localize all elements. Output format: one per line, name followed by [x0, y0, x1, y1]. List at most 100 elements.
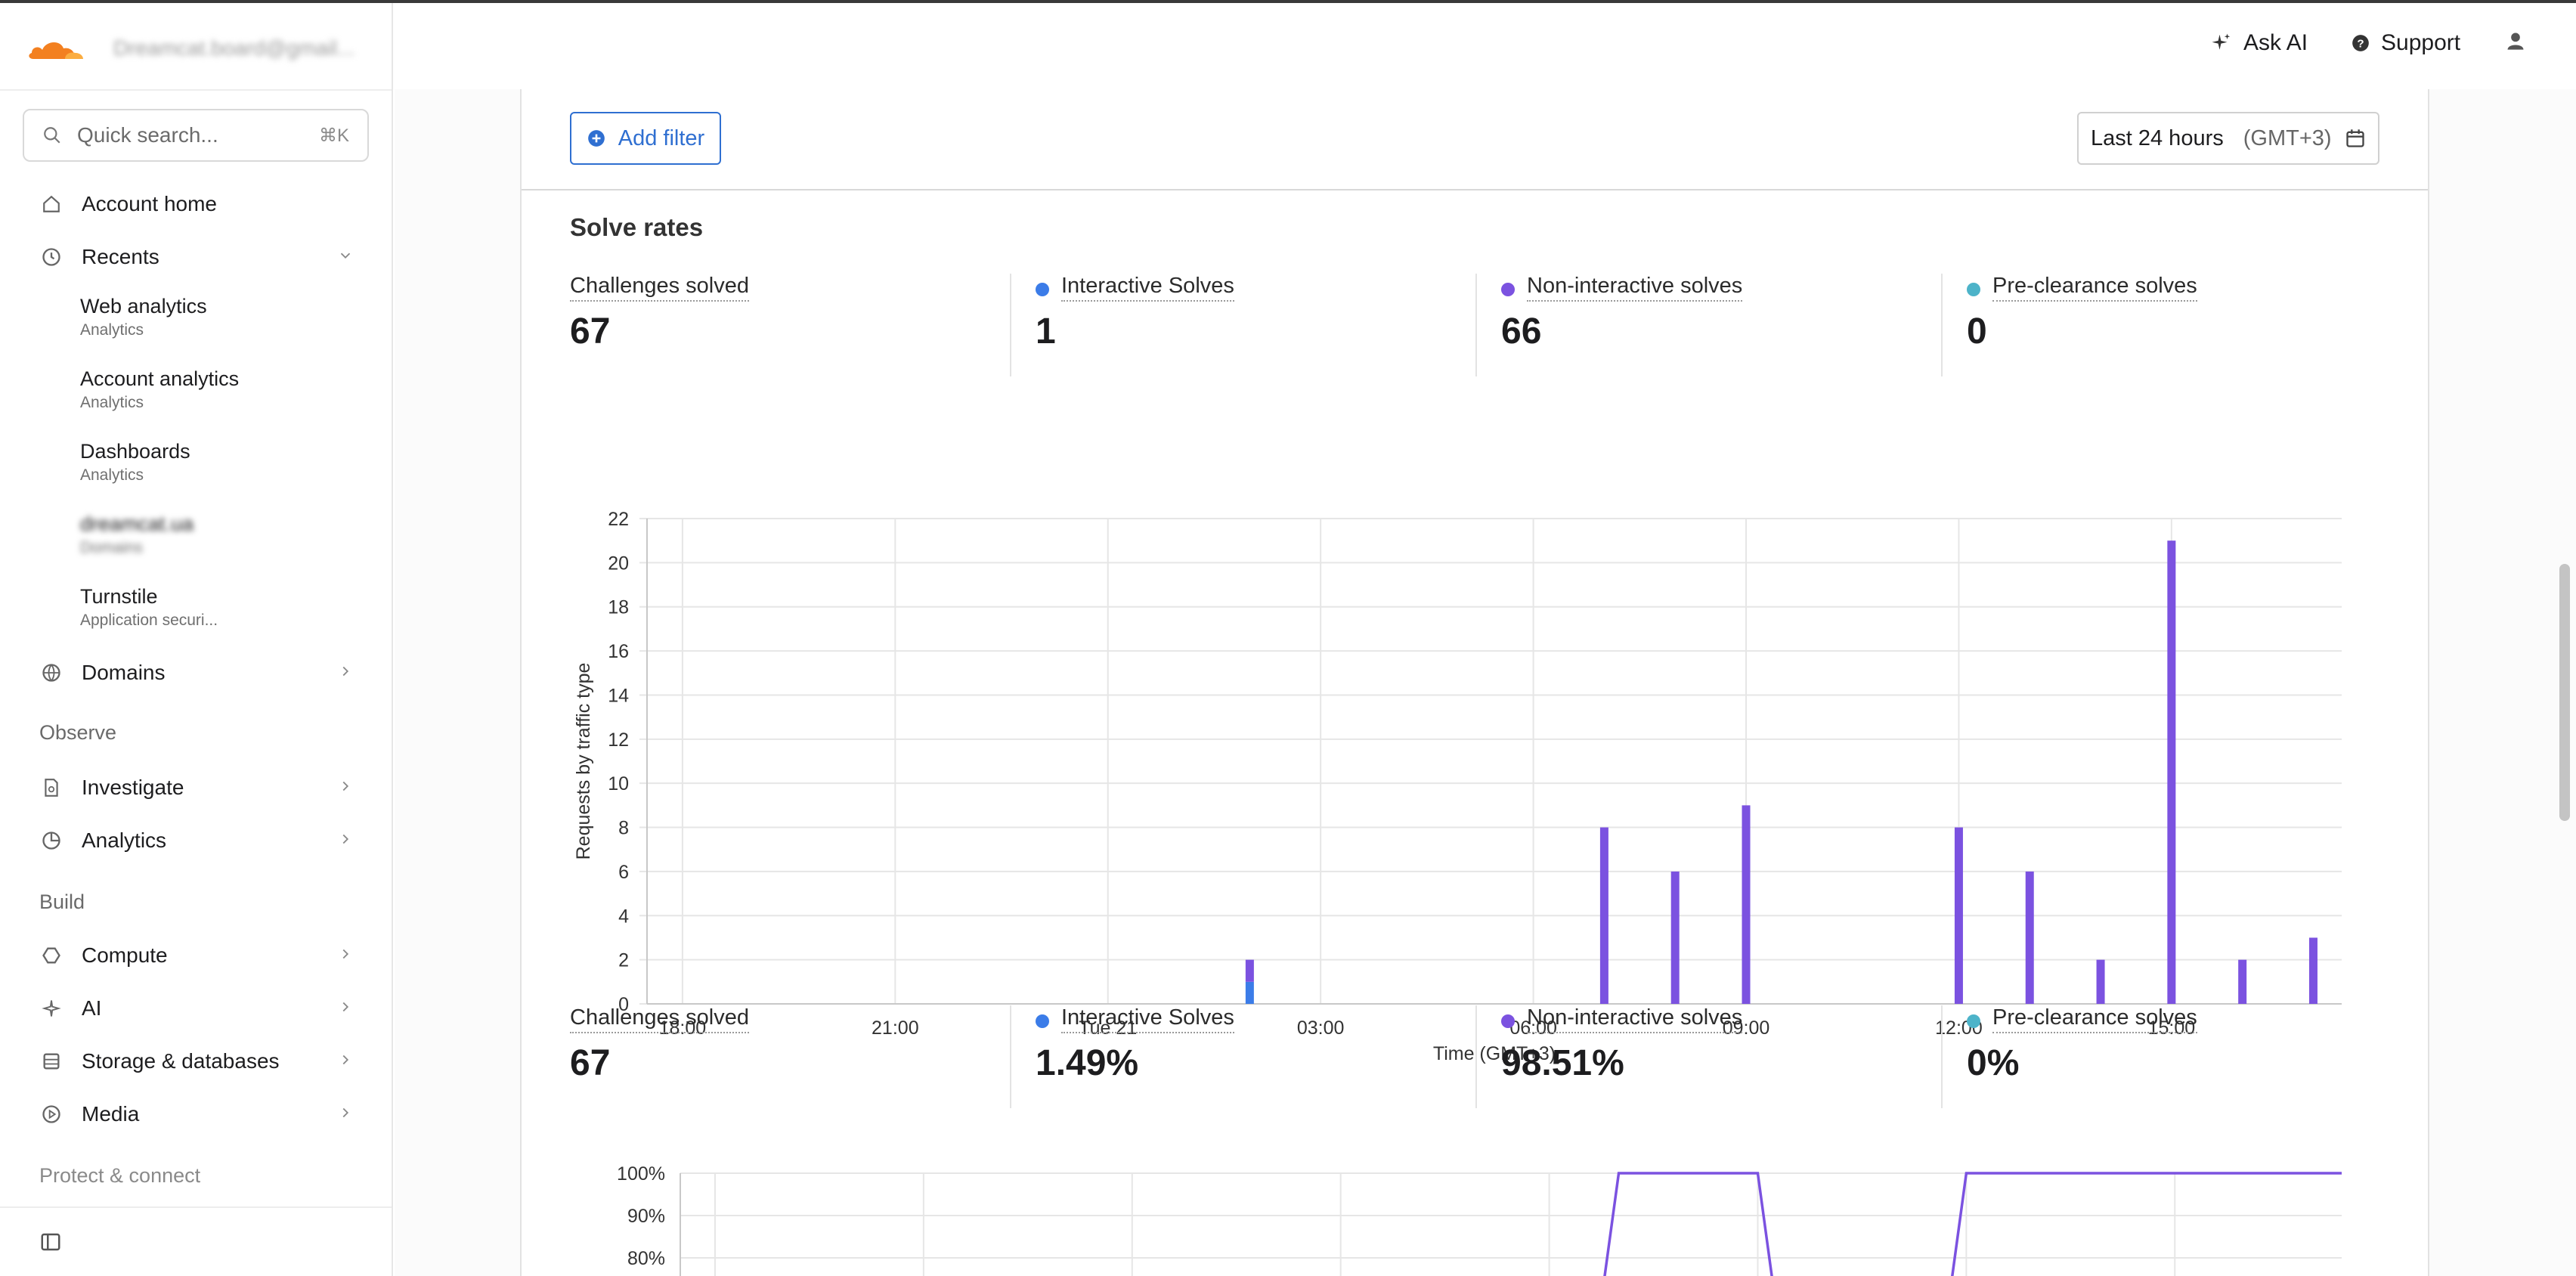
section-label-build: Build: [39, 890, 85, 913]
bar: [1599, 827, 1608, 1004]
sparkle-icon: [2212, 33, 2231, 50]
divider: [1010, 1005, 1011, 1108]
recent-item-subtitle: Analytics: [80, 321, 144, 339]
solve-percent-stats: Challenges solved 67 Interactive Solves …: [570, 1005, 2384, 1108]
section-label-observe: Observe: [39, 721, 117, 744]
recent-item-turnstile[interactable]: Turnstile Application securi...: [80, 585, 218, 630]
recent-item-domain[interactable]: dreamcat.ua Domains: [80, 513, 194, 557]
sidebar-item-account-home[interactable]: Account home: [36, 181, 354, 227]
stat-interactive-solves: Interactive Solves 1.49%: [1036, 1005, 1234, 1108]
bar: [2238, 959, 2247, 1004]
sidebar-item-analytics[interactable]: Analytics: [36, 818, 354, 863]
recent-item-web-analytics[interactable]: Web analytics Analytics: [80, 295, 207, 339]
pie-chart-icon: [36, 830, 67, 851]
divider: [1941, 274, 1943, 376]
bar: [2025, 871, 2034, 1004]
sidebar-item-recents[interactable]: Recents: [36, 234, 354, 280]
stat-value: 67: [570, 311, 611, 352]
chevron-right-icon: [337, 1049, 354, 1073]
support-label: Support: [2381, 30, 2461, 55]
sidebar-item-media[interactable]: Media: [36, 1092, 354, 1137]
sidebar-item-label: Storage & databases: [82, 1049, 280, 1073]
legend-dot: [1501, 282, 1515, 296]
stat-value: 1: [1036, 311, 1056, 352]
investigate-icon: [36, 777, 67, 798]
recent-item-subtitle: Analytics: [80, 466, 144, 484]
search-shortcut: ⌘K: [318, 125, 349, 146]
timezone-label: (GMT+3): [2243, 125, 2332, 150]
recent-item-subtitle: Application securi...: [80, 612, 218, 629]
sidebar-item-label: Investigate: [82, 776, 184, 799]
support-button[interactable]: ? Support: [2351, 30, 2460, 56]
legend-dot: [1036, 282, 1049, 296]
bar-chart: 024681012141618202218:00 21:00 Tue 21 03:00…: [573, 509, 2342, 1064]
legend-dot: [1501, 1014, 1515, 1028]
sidebar-item-storage[interactable]: Storage & databases: [36, 1039, 354, 1084]
calendar-icon: [2346, 129, 2364, 147]
stat-value: 0: [1967, 311, 1987, 352]
line-chart-container: 100%90%80%70%: [564, 1144, 2378, 1276]
quick-search-input[interactable]: Quick search... ⌘K: [23, 109, 369, 162]
recent-item-title: Dashboards: [80, 440, 190, 463]
y-tick-label: 20: [608, 553, 629, 574]
stat-label[interactable]: Pre-clearance solves: [1992, 1005, 2197, 1033]
stat-challenges-solved: Challenges solved 67: [570, 274, 749, 376]
sidebar-item-ai[interactable]: AI: [36, 986, 354, 1031]
section-label-protect: Protect & connect: [39, 1164, 201, 1187]
cloudflare-logo[interactable]: [26, 27, 86, 70]
search-icon: [44, 127, 60, 144]
stat-label[interactable]: Pre-clearance solves: [1992, 274, 2197, 302]
y-tick-label: 10: [608, 773, 629, 794]
plus-circle-icon: [587, 130, 605, 147]
stat-label[interactable]: Interactive Solves: [1061, 274, 1234, 302]
y-tick-label: 2: [618, 950, 629, 971]
recent-item-title: Account analytics: [80, 367, 240, 390]
bar: [1245, 981, 1254, 1004]
bar: [2096, 959, 2105, 1004]
stat-non-interactive-solves: Non-interactive solves 98.51%: [1501, 1005, 1743, 1108]
compute-icon: [36, 945, 67, 966]
stat-label[interactable]: Interactive Solves: [1061, 1005, 1234, 1033]
time-range-label: Last 24 hours: [2091, 125, 2224, 150]
user-menu-button[interactable]: [2505, 30, 2537, 51]
legend-dot: [1967, 1014, 1980, 1028]
legend-dot: [1967, 282, 1980, 296]
account-email[interactable]: Dreamcat.board@gmail...: [113, 36, 355, 60]
history-icon: [36, 246, 67, 268]
chevron-right-icon: [337, 943, 354, 968]
chevron-right-icon: [337, 1102, 354, 1126]
stat-label[interactable]: Challenges solved: [570, 274, 749, 302]
recent-item-account-analytics[interactable]: Account analytics Analytics: [80, 367, 239, 412]
add-filter-button[interactable]: Add filter: [570, 112, 721, 165]
stat-value: 0%: [1967, 1043, 2020, 1083]
divider: [0, 1206, 392, 1208]
stat-label[interactable]: Non-interactive solves: [1527, 1005, 1743, 1033]
divider: [1475, 274, 1477, 376]
time-range-picker[interactable]: Last 24 hours (GMT+3): [2077, 112, 2379, 165]
stat-pre-clearance-solves: Pre-clearance solves 0: [1967, 274, 2197, 376]
y-tick-label: 18: [608, 597, 629, 618]
sidebar-item-label: Analytics: [82, 828, 167, 852]
chevron-down-icon: [337, 245, 354, 269]
page-scrollbar[interactable]: [2559, 564, 2570, 821]
top-header: Ask AI ? Support: [395, 3, 2576, 89]
stat-value: 98.51%: [1501, 1043, 1624, 1083]
collapse-sidebar-button[interactable]: [39, 1231, 62, 1257]
sidebar-item-compute[interactable]: Compute: [36, 933, 354, 978]
legend-dot: [1036, 1014, 1049, 1028]
chevron-right-icon: [337, 776, 354, 800]
ask-ai-button[interactable]: Ask AI: [2210, 30, 2308, 56]
divider: [1010, 274, 1011, 376]
chevron-right-icon: [337, 996, 354, 1020]
ask-ai-label: Ask AI: [2243, 30, 2308, 55]
stat-label[interactable]: Challenges solved: [570, 1005, 749, 1033]
sidebar-item-investigate[interactable]: Investigate: [36, 765, 354, 810]
y-tick-label: 14: [608, 685, 629, 706]
recent-item-dashboards[interactable]: Dashboards Analytics: [80, 440, 190, 485]
chevron-right-icon: [337, 661, 354, 685]
stat-value: 67: [570, 1043, 611, 1083]
sidebar-item-domains[interactable]: Domains: [36, 650, 354, 695]
bar: [1245, 959, 1254, 982]
stat-label[interactable]: Non-interactive solves: [1527, 274, 1743, 302]
y-axis-title: Requests by traffic type: [573, 663, 594, 860]
